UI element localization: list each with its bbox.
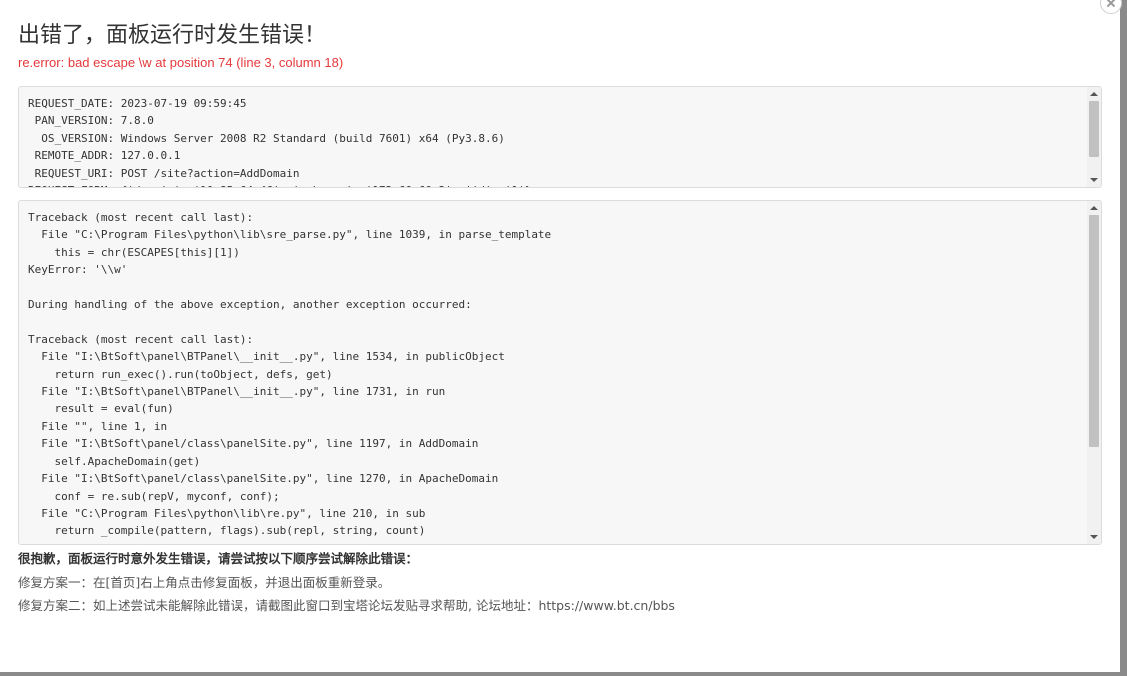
traceback-text: Traceback (most recent call last): File …: [28, 211, 552, 544]
scroll-up-icon[interactable]: [1090, 206, 1098, 210]
error-message: re.error: bad escape \w at position 74 (…: [18, 55, 344, 70]
scroll-thumb[interactable]: [1089, 215, 1099, 447]
help-solution-2: 修复方案二：如上述尝试未能解除此错误，请截图此窗口到宝塔论坛发贴寻求帮助, 论坛…: [18, 598, 675, 613]
help-solution-1: 修复方案一：在[首页]右上角点击修复面板，并退出面板重新登录。: [18, 575, 391, 590]
traceback-box[interactable]: Traceback (most recent call last): File …: [18, 200, 1102, 545]
request-info-scrollbar[interactable]: [1087, 87, 1101, 187]
scroll-thumb[interactable]: [1089, 101, 1099, 157]
error-dialog: 出错了，面板运行时发生错误！ re.error: bad escape \w a…: [0, 0, 1122, 672]
scroll-up-icon[interactable]: [1090, 92, 1098, 96]
traceback-scrollbar[interactable]: [1087, 201, 1101, 544]
help-heading: 很抱歉，面板运行时意外发生错误，请尝试按以下顺序尝试解除此错误：: [18, 551, 419, 566]
scroll-down-icon[interactable]: [1090, 535, 1098, 539]
request-info-text: REQUEST_DATE: 2023-07-19 09:59:45 PAN_VE…: [28, 97, 531, 187]
scroll-down-icon[interactable]: [1090, 178, 1098, 182]
dialog-title: 出错了，面板运行时发生错误！: [18, 23, 327, 48]
request-info-box[interactable]: REQUEST_DATE: 2023-07-19 09:59:45 PAN_VE…: [18, 86, 1102, 188]
close-icon[interactable]: [1100, 0, 1122, 14]
